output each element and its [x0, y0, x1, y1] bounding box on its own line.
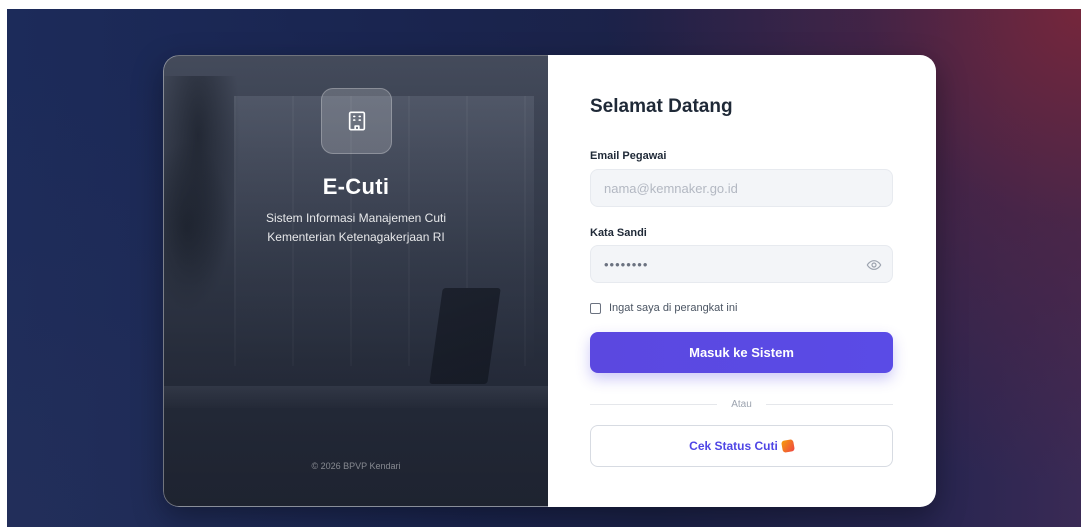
- divider-line-left: [590, 403, 718, 405]
- app-subtitle-line1: Sistem Informasi Manajemen Cuti: [265, 211, 447, 225]
- email-field-wrapper: [590, 169, 893, 207]
- remember-label: Ingat saya di perangkat ini: [609, 302, 738, 314]
- password-label: Kata Sandi: [590, 227, 647, 239]
- app-name: E-Cuti: [322, 174, 390, 199]
- app-subtitle: Sistem Informasi Manajemen Cuti Kementer…: [164, 209, 548, 247]
- brand-panel: E-Cuti Sistem Informasi Manajemen Cuti K…: [163, 55, 548, 507]
- eye-icon[interactable]: [866, 257, 882, 273]
- login-form-panel: Selamat Datang Email Pegawai Kata Sandi …: [548, 55, 936, 507]
- divider-line-right: [765, 403, 894, 405]
- login-button[interactable]: Masuk ke Sistem: [590, 332, 893, 373]
- divider-text: Atau: [731, 398, 752, 410]
- remember-checkbox[interactable]: [590, 302, 601, 314]
- check-status-button[interactable]: Cek Status Cuti: [590, 425, 893, 467]
- email-label: Email Pegawai: [590, 150, 667, 162]
- login-card: E-Cuti Sistem Informasi Manajemen Cuti K…: [163, 55, 936, 507]
- form-title: Selamat Datang: [590, 96, 733, 117]
- email-field[interactable]: [591, 170, 859, 206]
- check-status-label: Cek Status Cuti: [689, 439, 778, 453]
- or-divider: Atau: [590, 397, 894, 411]
- password-field[interactable]: [591, 246, 859, 282]
- building-icon: [348, 111, 365, 131]
- copyright-text: © 2026 BPVP Kendari: [311, 461, 401, 471]
- logo-badge: [321, 88, 392, 154]
- remember-me[interactable]: Ingat saya di perangkat ini: [590, 302, 737, 314]
- status-emoji-icon: [780, 439, 795, 453]
- password-field-wrapper: [590, 245, 893, 283]
- app-subtitle-line2: Kementerian Ketenagakerjaan RI: [267, 230, 445, 244]
